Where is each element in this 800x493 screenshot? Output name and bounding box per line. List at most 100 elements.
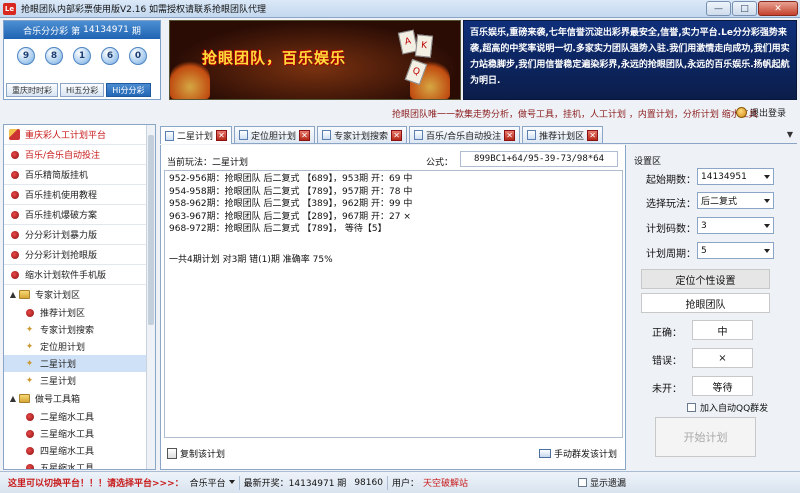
plan-output-textarea[interactable]: 952-956期：抢眼团队 后二复式 【689】，953期 开：69 中 954… bbox=[164, 170, 623, 438]
qq-broadcast-checkbox[interactable] bbox=[687, 403, 696, 412]
sidebar-item-label: 分分彩计划暴力版 bbox=[25, 231, 98, 241]
play-type-row: 选择玩法： 后二复式 bbox=[630, 191, 797, 211]
tab-position-plan[interactable]: 定位胆计划 ✕ bbox=[234, 126, 316, 143]
sidebar-item-label: 三星缩水工具 bbox=[40, 430, 95, 440]
logout-button[interactable]: 退出登录 bbox=[735, 106, 786, 119]
formula-label: 公式： bbox=[426, 158, 454, 168]
play-type-select[interactable]: 后二复式 bbox=[697, 192, 774, 209]
minimize-button[interactable]: — bbox=[706, 1, 731, 16]
tab-expert-search[interactable]: 专家计划搜索 ✕ bbox=[317, 126, 408, 143]
sidebar-item-mobile[interactable]: 缩水计划软件手机版 bbox=[4, 265, 146, 285]
sidebar-item-three-star[interactable]: ✦ 三星计划 bbox=[4, 372, 146, 389]
sidebar-item-violent-plan[interactable]: 分分彩计划暴力版 bbox=[4, 225, 146, 245]
collapse-arrow-icon[interactable]: ▲ bbox=[9, 393, 17, 404]
lottery-tab-hi-five[interactable]: Hi五分彩 bbox=[60, 83, 105, 97]
sidebar-item-label: 百乐挂机爆破方案 bbox=[25, 211, 98, 221]
code-count-label: 计划码数： bbox=[646, 224, 696, 235]
close-icon[interactable]: ✕ bbox=[504, 129, 516, 141]
wrong-label: 错误： bbox=[652, 356, 682, 367]
wrong-field[interactable]: × bbox=[692, 348, 753, 368]
sidebar-item-label: 分分彩计划抢眼版 bbox=[25, 251, 98, 261]
marquee-row: 抢眼团队唯一一款集走势分析，做号工具，挂机，人工计划 ，内置计划，分析计划 缩水… bbox=[0, 104, 800, 122]
promo-panel: 百乐娱乐,重磅来袭,七年信誉沉淀出彩界最安全,信誉,实力平台.Le分分彩强势来袭… bbox=[463, 20, 797, 100]
team-name-field[interactable]: 抢眼团队 bbox=[641, 293, 770, 313]
tab-auto-bet[interactable]: 百乐/合乐自动投注 ✕ bbox=[409, 126, 521, 143]
promo-text: 百乐娱乐,重磅来袭,七年信誉沉淀出彩界最安全,信誉,实力平台.Le分分彩强势来袭… bbox=[470, 28, 790, 86]
sidebar-item-auto-bet[interactable]: 百乐/合乐自动投注 bbox=[4, 145, 146, 165]
scrollbar-thumb[interactable] bbox=[148, 135, 154, 325]
correct-field[interactable]: 中 bbox=[692, 320, 753, 340]
sidebar-scrollbar[interactable] bbox=[146, 125, 155, 469]
pending-field[interactable]: 等待 bbox=[692, 376, 753, 396]
sidebar-group-tools[interactable]: ▲ 做号工具箱 bbox=[4, 389, 146, 408]
sidebar-item-label: 缩水计划软件手机版 bbox=[25, 271, 107, 281]
pin-icon bbox=[25, 308, 34, 317]
start-period-select[interactable]: 14134951 bbox=[697, 168, 774, 185]
send-plan-button[interactable]: 手动群发该计划 bbox=[538, 447, 617, 460]
collapse-arrow-icon[interactable]: ▲ bbox=[9, 289, 17, 300]
close-icon[interactable]: ✕ bbox=[299, 129, 311, 141]
sidebar-item-eye-plan[interactable]: 分分彩计划抢眼版 bbox=[4, 245, 146, 265]
document-icon bbox=[414, 130, 424, 140]
custom-settings-button[interactable]: 定位个性设置 bbox=[641, 269, 770, 289]
settings-title: 设置区 bbox=[634, 157, 662, 167]
show-missing-label: 显示遗漏 bbox=[589, 479, 626, 489]
draw-ball: 6 bbox=[101, 47, 119, 65]
folder-icon bbox=[19, 394, 30, 403]
copy-plan-label: 复制该计划 bbox=[180, 450, 226, 460]
plan-cycle-select[interactable]: 5 bbox=[697, 242, 774, 259]
play-type-label: 选择玩法： bbox=[646, 199, 696, 210]
close-icon[interactable]: ✕ bbox=[216, 130, 228, 141]
tab-label: 定位胆计划 bbox=[251, 131, 297, 142]
maximize-button[interactable]: □ bbox=[732, 1, 757, 16]
sidebar-item-two-star-tool[interactable]: 二星缩水工具 bbox=[4, 408, 146, 425]
pin-icon bbox=[25, 412, 34, 421]
sidebar-item-five-star-tool[interactable]: 五星缩水工具 bbox=[4, 459, 146, 469]
plan-line: 958-962期：抢眼团队 后二复式 【389】，962期 开：99 中 bbox=[169, 199, 413, 209]
sidebar-item-tutorial[interactable]: 百乐挂机使用教程 bbox=[4, 185, 146, 205]
window-controls: — □ ✕ bbox=[706, 1, 798, 16]
tab-list-dropdown-icon[interactable]: ▼ bbox=[787, 130, 793, 139]
document-icon bbox=[165, 130, 174, 141]
copy-plan-button[interactable]: 复制该计划 bbox=[167, 447, 225, 460]
close-icon[interactable]: ✕ bbox=[587, 129, 599, 141]
sidebar-item-four-star-tool[interactable]: 四星缩水工具 bbox=[4, 442, 146, 459]
sidebar-item-label: 百乐/合乐自动投注 bbox=[25, 151, 101, 161]
start-plan-button[interactable]: 开始计划 bbox=[655, 417, 756, 457]
sidebar-item-three-star-tool[interactable]: 三星缩水工具 bbox=[4, 425, 146, 442]
qq-broadcast-label: 加入自动QQ群发 bbox=[700, 404, 769, 414]
sidebar-item-lite-hangup[interactable]: 百乐精简版挂机 bbox=[4, 165, 146, 185]
qq-broadcast-checkbox-row[interactable]: 加入自动QQ群发 bbox=[687, 401, 768, 414]
platform-select[interactable]: 合乐平台 bbox=[190, 476, 235, 489]
marquee-text: 抢眼团队唯一一款集走势分析，做号工具，挂机，人工计划 ，内置计划，分析计划 缩水… bbox=[392, 110, 758, 120]
sidebar: 重庆彩人工计划平台 百乐/合乐自动投注 百乐精简版挂机 百乐挂机使用教程 百乐挂… bbox=[3, 124, 156, 470]
sidebar-item-burst-plan[interactable]: 百乐挂机爆破方案 bbox=[4, 205, 146, 225]
sidebar-item-expert-search[interactable]: ✦ 专家计划搜索 bbox=[4, 321, 146, 338]
tab-label: 二星计划 bbox=[177, 132, 214, 142]
plan-cycle-row: 计划周期： 5 bbox=[630, 241, 797, 261]
show-missing-checkbox[interactable] bbox=[577, 478, 587, 487]
sidebar-item-two-star[interactable]: ✦ 二星计划 bbox=[4, 355, 146, 372]
tab-recommended[interactable]: 推荐计划区 ✕ bbox=[522, 126, 604, 143]
close-button[interactable]: ✕ bbox=[758, 1, 798, 16]
period-suffix: 期 bbox=[131, 26, 141, 37]
pin-icon bbox=[25, 446, 34, 455]
tab-label: 专家计划搜索 bbox=[334, 131, 389, 142]
sidebar-item-manual-plan[interactable]: 重庆彩人工计划平台 bbox=[4, 125, 146, 145]
draw-ball: 8 bbox=[45, 47, 63, 65]
code-count-select[interactable]: 3 bbox=[697, 217, 774, 234]
sidebar-item-label: 三星计划 bbox=[40, 377, 77, 387]
sidebar-item-label: 重庆彩人工计划平台 bbox=[25, 131, 107, 141]
lottery-tab-hi-minute[interactable]: Hi分分彩 bbox=[106, 83, 151, 97]
formula-input[interactable]: 899BC1+64/95-39-73/98*64 bbox=[460, 151, 618, 167]
close-icon[interactable]: ✕ bbox=[391, 129, 403, 141]
sidebar-item-label: 二星缩水工具 bbox=[40, 413, 95, 423]
sidebar-item-recommended[interactable]: 推荐计划区 bbox=[4, 304, 146, 321]
lottery-tab-chongqing[interactable]: 重庆时时彩 bbox=[6, 83, 58, 97]
sidebar-item-label: 定位胆计划 bbox=[40, 343, 86, 353]
sidebar-item-position-plan[interactable]: ✦ 定位胆计划 bbox=[4, 338, 146, 355]
plan-panel: 当前玩法：二星计划 公式： 899BC1+64/95-39-73/98*64 9… bbox=[160, 145, 626, 470]
sidebar-group-expert[interactable]: ▲ 专家计划区 bbox=[4, 285, 146, 304]
pending-label: 未开： bbox=[652, 384, 682, 395]
tab-two-star[interactable]: 二星计划 ✕ bbox=[160, 126, 233, 144]
